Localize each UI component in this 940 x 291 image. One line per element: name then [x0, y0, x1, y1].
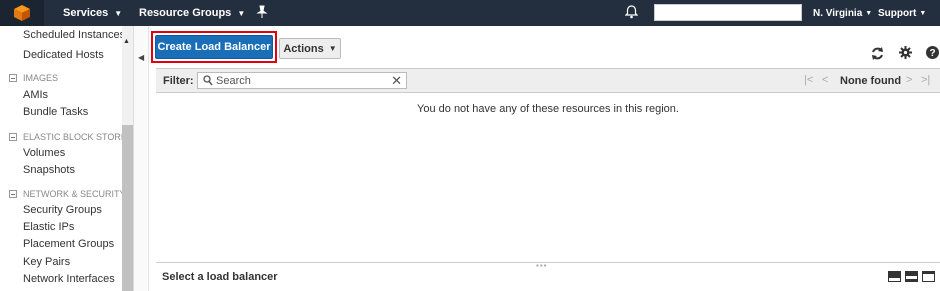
section-title: ELASTIC BLOCK STORE — [23, 132, 127, 142]
sidebar-collapse-handle[interactable]: ◀ — [134, 26, 149, 291]
layout-bottom-icon[interactable] — [888, 271, 901, 282]
next-page-icon[interactable]: > — [906, 74, 912, 86]
services-menu[interactable]: Services ▼ — [63, 0, 122, 26]
top-navigation-bar: Services ▼ Resource Groups ▼ N. Virginia… — [0, 0, 940, 26]
chevron-down-icon: ▼ — [114, 8, 123, 18]
support-menu[interactable]: Support ▼ — [878, 0, 926, 26]
sidebar-item-bundle-tasks[interactable]: Bundle Tasks — [23, 106, 88, 118]
filter-bar: Filter: Search ✕ |< < None found > >| — [156, 68, 940, 93]
search-placeholder: Search — [216, 75, 251, 87]
filter-label: Filter: — [163, 75, 194, 87]
sidebar: Scheduled Instances Dedicated Hosts IMAG… — [0, 26, 134, 291]
chevron-left-icon: ◀ — [138, 53, 145, 62]
svg-text:?: ? — [929, 48, 935, 59]
pin-icon[interactable] — [256, 5, 268, 22]
details-panel-title: Select a load balancer — [162, 271, 278, 283]
sidebar-scrollbar-thumb[interactable] — [122, 125, 133, 291]
chevron-down-icon: ▼ — [865, 9, 873, 17]
clear-icon[interactable]: ✕ — [391, 73, 402, 89]
layout-split-icon[interactable] — [905, 271, 918, 282]
support-label: Support — [878, 7, 917, 19]
actions-label: Actions — [283, 42, 324, 55]
resource-groups-menu[interactable]: Resource Groups ▼ — [139, 0, 245, 26]
collapse-icon — [9, 133, 17, 141]
last-page-icon[interactable]: >| — [921, 74, 930, 86]
chevron-down-icon: ▼ — [237, 8, 246, 18]
bell-icon[interactable] — [624, 5, 639, 22]
resource-groups-label: Resource Groups — [139, 7, 232, 19]
details-panel: ▪▪▪ Select a load balancer — [156, 261, 940, 291]
sidebar-item-security-groups[interactable]: Security Groups — [23, 204, 102, 216]
region-label: N. Virginia — [813, 7, 863, 19]
create-load-balancer-button[interactable]: Create Load Balancer — [155, 35, 273, 59]
refresh-icon[interactable] — [870, 46, 885, 64]
collapse-icon — [9, 190, 17, 198]
pager-status: None found — [840, 75, 902, 87]
sidebar-item-scheduled-instances[interactable]: Scheduled Instances — [23, 29, 125, 41]
sidebar-item-placement-groups[interactable]: Placement Groups — [23, 238, 114, 250]
collapse-icon — [9, 74, 17, 82]
search-icon — [203, 75, 213, 89]
filter-search-input[interactable]: Search ✕ — [197, 72, 407, 89]
sidebar-section-network-security[interactable]: NETWORK & SECURITY — [9, 189, 126, 199]
section-title: IMAGES — [23, 73, 59, 83]
chevron-down-icon: ▼ — [328, 44, 337, 53]
sidebar-item-key-pairs[interactable]: Key Pairs — [23, 256, 70, 268]
aws-cube-icon[interactable] — [0, 0, 44, 26]
previous-page-icon[interactable]: < — [822, 74, 828, 86]
global-search-input[interactable] — [654, 4, 802, 21]
help-icon[interactable]: ? — [926, 46, 939, 62]
services-label: Services — [63, 7, 109, 19]
gear-icon[interactable] — [899, 46, 912, 62]
empty-results-message: You do not have any of these resources i… — [417, 103, 679, 115]
chevron-down-icon: ▼ — [919, 9, 927, 17]
first-page-icon[interactable]: |< — [804, 74, 813, 86]
sidebar-section-ebs[interactable]: ELASTIC BLOCK STORE — [9, 132, 127, 142]
sidebar-item-dedicated-hosts[interactable]: Dedicated Hosts — [23, 49, 104, 61]
section-title: NETWORK & SECURITY — [23, 189, 126, 199]
layout-full-icon[interactable] — [922, 271, 935, 282]
sidebar-item-amis[interactable]: AMIs — [23, 89, 48, 101]
sidebar-item-volumes[interactable]: Volumes — [23, 147, 65, 159]
scroll-up-icon[interactable]: ▲ — [123, 38, 130, 45]
resize-handle[interactable]: ▪▪▪ — [536, 261, 548, 270]
sidebar-item-network-interfaces[interactable]: Network Interfaces — [23, 273, 115, 285]
sidebar-item-snapshots[interactable]: Snapshots — [23, 164, 75, 176]
region-selector[interactable]: N. Virginia ▼ — [813, 0, 872, 26]
sidebar-item-elastic-ips[interactable]: Elastic IPs — [23, 221, 74, 233]
sidebar-section-images[interactable]: IMAGES — [9, 73, 58, 83]
actions-button[interactable]: Actions ▼ — [279, 38, 341, 59]
